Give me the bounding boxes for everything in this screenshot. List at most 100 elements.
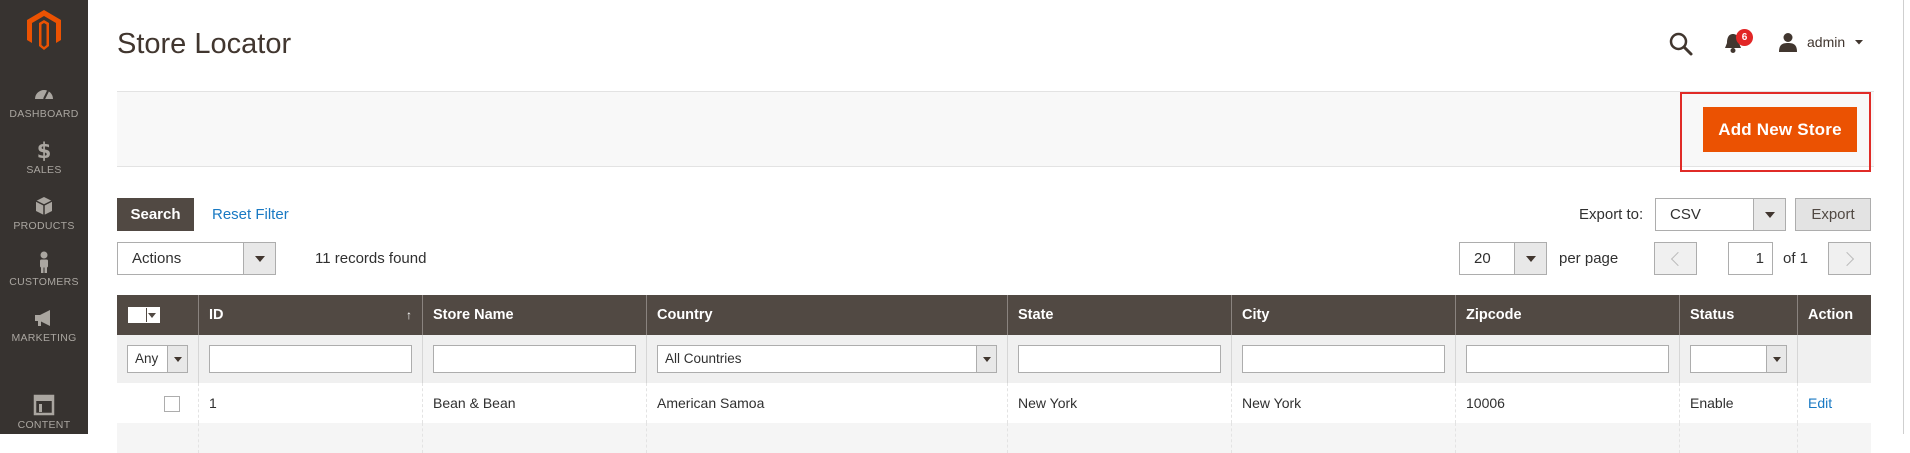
previous-page-button[interactable] xyxy=(1654,242,1697,275)
table-row: 1 Bean & Bean American Samoa New York Ne… xyxy=(117,383,1871,423)
row-cell xyxy=(1680,423,1798,453)
export-button[interactable]: Export xyxy=(1795,198,1871,231)
nav-sales-label: SALES xyxy=(26,164,62,176)
nav-products[interactable]: PRODUCTS xyxy=(0,194,88,232)
filter-city-cell xyxy=(1232,335,1456,383)
nav-dashboard-label: DASHBOARD xyxy=(9,108,79,120)
mass-select-header[interactable] xyxy=(117,295,199,335)
current-page-input[interactable] xyxy=(1728,242,1773,275)
column-header-status[interactable]: Status xyxy=(1680,295,1798,335)
filter-status-cell xyxy=(1680,335,1798,383)
filter-store-name-input[interactable] xyxy=(433,345,636,373)
row-cell xyxy=(1232,423,1456,453)
box-icon xyxy=(35,197,53,215)
column-header-state[interactable]: State xyxy=(1008,295,1232,335)
mass-actions-value: Actions xyxy=(132,250,182,267)
notification-count-badge[interactable]: 6 xyxy=(1736,29,1753,46)
table-row xyxy=(117,423,1871,453)
filter-state-cell xyxy=(1008,335,1232,383)
page-actions-bar xyxy=(117,91,1874,167)
filter-city-input[interactable] xyxy=(1242,345,1445,373)
mass-actions-select[interactable]: Actions xyxy=(117,242,276,275)
filter-mass-select-value: Any xyxy=(135,351,159,366)
filter-country-value: All Countries xyxy=(665,351,742,366)
nav-content[interactable]: CONTENT xyxy=(0,393,88,431)
filter-mass-select-cell: Any xyxy=(117,335,199,383)
filter-country-select[interactable]: All Countries xyxy=(657,345,997,373)
per-page-label: per page xyxy=(1559,250,1619,267)
person-icon xyxy=(40,251,48,273)
cell-state: New York xyxy=(1008,383,1232,423)
search-button[interactable]: Search xyxy=(117,198,194,231)
megaphone-icon xyxy=(35,310,50,326)
filter-country-cell: All Countries xyxy=(647,335,1008,383)
next-page-button[interactable] xyxy=(1828,242,1871,275)
nav-sales[interactable]: $ SALES xyxy=(0,138,88,176)
cell-zipcode: 10006 xyxy=(1456,383,1680,423)
per-page-value: 20 xyxy=(1474,250,1491,267)
filter-zipcode-cell xyxy=(1456,335,1680,383)
row-cell xyxy=(1008,423,1232,453)
cell-status: Enable xyxy=(1680,383,1798,423)
mass-select-checkbox[interactable] xyxy=(128,307,160,323)
filter-zipcode-input[interactable] xyxy=(1466,345,1669,373)
cell-country: American Samoa xyxy=(647,383,1008,423)
store-grid: ID ↑ Store Name Country State City Zipco… xyxy=(117,295,1871,453)
chevron-down-icon xyxy=(1753,199,1785,230)
window-edge xyxy=(1903,0,1910,434)
column-header-city[interactable]: City xyxy=(1232,295,1456,335)
cell-action: Edit xyxy=(1798,383,1871,423)
grid-filter-row: Any All Countries xyxy=(117,335,1871,383)
total-pages-text: of 1 xyxy=(1783,250,1809,267)
svg-text:$: $ xyxy=(37,139,52,162)
nav-content-label: CONTENT xyxy=(17,419,71,431)
row-cell xyxy=(647,423,1008,453)
grid-header-row: ID ↑ Store Name Country State City Zipco… xyxy=(117,295,1871,335)
user-icon xyxy=(1779,33,1797,52)
filter-mass-select[interactable]: Any xyxy=(127,345,188,373)
filter-action-cell xyxy=(1798,335,1871,383)
filter-state-input[interactable] xyxy=(1018,345,1221,373)
layout-icon xyxy=(33,394,55,416)
row-cell xyxy=(199,423,423,453)
sort-arrow-up-icon: ↑ xyxy=(406,308,412,322)
per-page-select[interactable]: 20 xyxy=(1459,242,1547,275)
column-header-country[interactable]: Country xyxy=(647,295,1008,335)
records-found-text: 11 records found xyxy=(315,250,427,267)
nav-marketing-label: MARKETING xyxy=(11,332,77,344)
edit-link[interactable]: Edit xyxy=(1808,395,1832,411)
reset-filter-link[interactable]: Reset Filter xyxy=(212,206,289,223)
export-to-label: Export to: xyxy=(1579,206,1644,223)
export-format-value: CSV xyxy=(1670,206,1701,223)
row-checkbox[interactable] xyxy=(164,396,180,413)
nav-customers-label: CUSTOMERS xyxy=(9,276,79,288)
chevron-down-icon xyxy=(1855,40,1864,45)
row-cell xyxy=(1798,423,1871,453)
filter-status-select[interactable] xyxy=(1690,345,1787,373)
nav-dashboard[interactable]: DASHBOARD xyxy=(0,82,88,120)
cell-city: New York xyxy=(1232,383,1456,423)
chevron-down-icon xyxy=(1514,243,1546,274)
row-select-cell xyxy=(117,383,199,423)
column-header-zipcode[interactable]: Zipcode xyxy=(1456,295,1680,335)
add-new-store-button[interactable]: Add New Store xyxy=(1703,107,1857,152)
column-header-store-name[interactable]: Store Name xyxy=(423,295,647,335)
search-icon[interactable] xyxy=(1668,31,1694,57)
chevron-down-icon xyxy=(1766,346,1786,372)
admin-user-menu[interactable]: admin xyxy=(1778,30,1864,54)
filter-store-name-cell xyxy=(423,335,647,383)
filter-id-cell xyxy=(199,335,423,383)
dashboard-icon xyxy=(35,90,53,100)
export-format-select[interactable]: CSV xyxy=(1655,198,1786,231)
cell-store-name: Bean & Bean xyxy=(423,383,647,423)
admin-username: admin xyxy=(1807,34,1846,50)
nav-marketing[interactable]: MARKETING xyxy=(0,306,88,344)
column-header-id[interactable]: ID ↑ xyxy=(199,295,423,335)
chevron-down-icon xyxy=(243,243,275,274)
row-cell xyxy=(1456,423,1680,453)
chevron-down-icon xyxy=(976,346,996,372)
nav-customers[interactable]: CUSTOMERS xyxy=(0,250,88,288)
magento-logo-icon[interactable] xyxy=(27,10,61,50)
filter-id-input[interactable] xyxy=(209,345,412,373)
dollar-icon: $ xyxy=(37,139,52,162)
